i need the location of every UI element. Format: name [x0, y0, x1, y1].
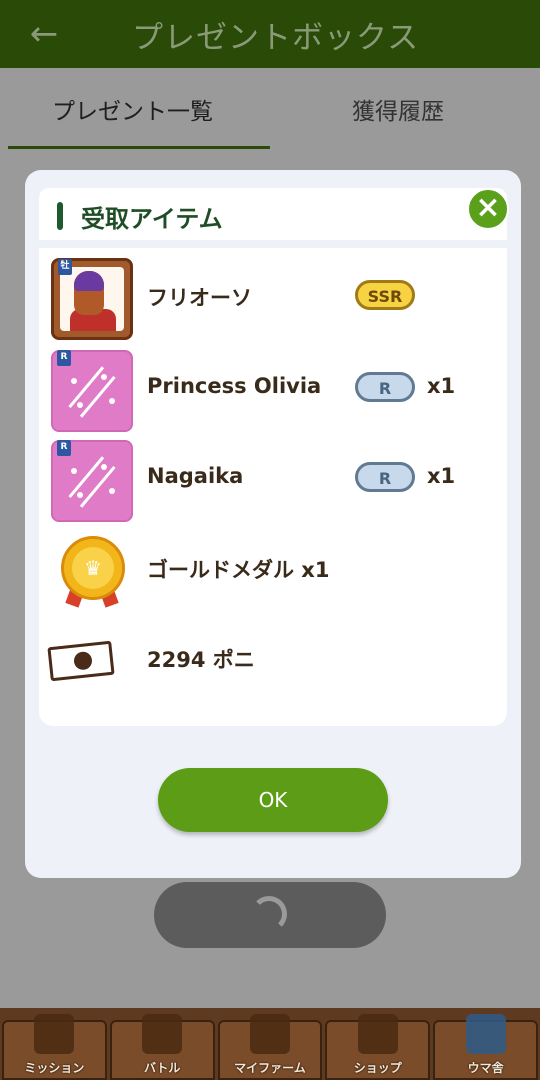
- sparkle: [71, 468, 77, 474]
- mission-board-icon: [34, 1014, 75, 1054]
- nav-label: ウマ舎: [467, 1061, 504, 1075]
- stable-building-icon: [465, 1014, 506, 1054]
- dialog-header: 受取アイテム: [39, 188, 507, 240]
- item-quantity: x1: [427, 374, 456, 398]
- nav-label: ショップ: [353, 1061, 402, 1075]
- arrow-left-icon[interactable]: ←: [24, 14, 64, 54]
- page-title: プレゼントボックス: [132, 19, 420, 56]
- item-quantity: x1: [427, 464, 456, 488]
- nav-label: バトル: [144, 1061, 181, 1075]
- sparkle: [71, 378, 77, 384]
- nav-stable[interactable]: ウマ舎: [433, 1014, 538, 1080]
- close-icon[interactable]: ×: [467, 188, 509, 230]
- item-name: ゴールドメダル x1: [147, 558, 330, 582]
- sparkle: [109, 398, 115, 404]
- sparkle: [101, 464, 107, 470]
- list-item: 牡 フリオーソ SSR: [39, 256, 507, 340]
- sparkle: [101, 374, 107, 380]
- tab-acquisition-history[interactable]: 獲得履歴: [352, 92, 444, 126]
- item-name: フリオーソ: [147, 286, 252, 310]
- nav-label: マイファーム: [234, 1061, 306, 1075]
- app-bar: ← プレゼントボックス: [0, 0, 540, 68]
- item-name: Nagaika: [147, 464, 244, 488]
- ticket-seal: [73, 650, 93, 671]
- received-items-list: 牡 フリオーソ SSR R Princess Olivia R x1 R Nag…: [39, 248, 507, 726]
- nav-label: ミッション: [24, 1061, 85, 1075]
- skill-icon: R: [51, 440, 133, 522]
- sparkle: [109, 488, 115, 494]
- card-tag-icon: 牡: [58, 259, 72, 275]
- crown-icon: ♛: [72, 547, 114, 589]
- nav-battle[interactable]: バトル: [109, 1014, 215, 1080]
- horse-portrait: [60, 267, 124, 331]
- list-item: 2294 ポニ: [39, 618, 507, 702]
- rarity-badge: R: [355, 462, 415, 492]
- loading-button: [154, 882, 386, 948]
- sparkle: [77, 402, 83, 408]
- list-item: R Princess Olivia R x1: [39, 348, 507, 432]
- nav-mission[interactable]: ミッション: [2, 1014, 107, 1080]
- battle-horses-icon: [142, 1014, 183, 1054]
- sparkle: [77, 492, 83, 498]
- rarity-tag-icon: R: [57, 440, 71, 456]
- horse-card-icon: 牡: [51, 258, 133, 340]
- rarity-badge: R: [355, 372, 415, 402]
- list-item: ♛ ゴールドメダル x1: [39, 528, 507, 612]
- nav-my-farm[interactable]: マイファーム: [217, 1014, 323, 1080]
- tab-present-list[interactable]: プレゼント一覧: [52, 92, 213, 126]
- received-items-dialog: 受取アイテム × 牡 フリオーソ SSR R Princess Olivia R…: [25, 170, 521, 878]
- skill-icon: R: [51, 350, 133, 432]
- tab-bar: プレゼント一覧 獲得履歴: [0, 68, 540, 152]
- skill-rail-shape: [68, 456, 116, 508]
- active-tab-indicator: [8, 146, 270, 149]
- nav-shop[interactable]: ショップ: [325, 1014, 431, 1080]
- list-item: R Nagaika R x1: [39, 438, 507, 522]
- poni-ticket-icon: [47, 640, 115, 682]
- skill-rail-shape: [68, 366, 116, 418]
- gold-medal-icon: ♛: [61, 536, 125, 600]
- farm-horse-icon: [249, 1014, 290, 1054]
- rarity-badge: SSR: [355, 280, 415, 310]
- loading-spinner-icon: [251, 896, 287, 932]
- header-accent-bar: [57, 202, 63, 230]
- rarity-tag-icon: R: [57, 350, 71, 366]
- item-name: 2294 ポニ: [147, 648, 255, 672]
- bottom-nav: ミッション バトル マイファーム ショップ ウマ舎: [0, 1008, 540, 1080]
- ok-button[interactable]: OK: [158, 768, 388, 832]
- item-name: Princess Olivia: [147, 374, 322, 398]
- dialog-title: 受取アイテム: [81, 205, 223, 233]
- shop-house-icon: [357, 1014, 398, 1054]
- horse-mask: [74, 271, 104, 291]
